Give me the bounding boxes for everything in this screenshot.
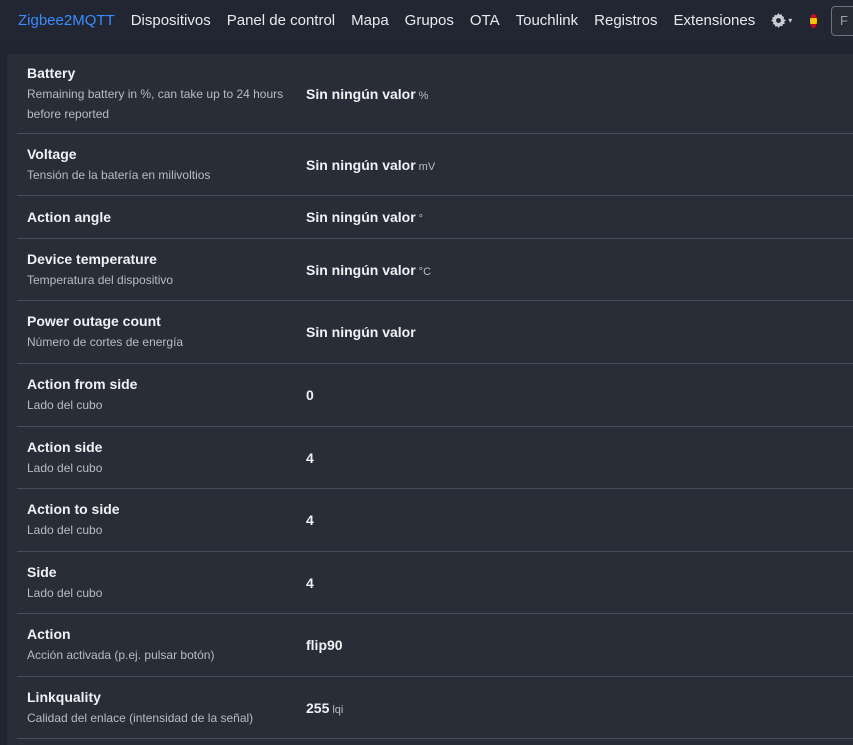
property-value: 4 <box>306 512 314 528</box>
chevron-down-icon: ▾ <box>788 16 793 25</box>
property-row-action-angle: Action angle Sin ningún valor ° <box>17 196 853 239</box>
property-row-action-side: Action side Lado del cubo 4 <box>17 427 853 489</box>
property-name: Action side <box>27 438 103 455</box>
property-label: Side Lado del cubo <box>27 563 306 603</box>
property-value: 4 <box>306 450 314 466</box>
property-label: Voltage Tensión de la batería en milivol… <box>27 145 306 185</box>
property-row-side: Side Lado del cubo 4 <box>17 552 853 614</box>
value-text: Sin ningún valor <box>306 209 416 225</box>
property-value: Sin ningún valor <box>306 324 416 340</box>
property-value: 255 lqi <box>306 700 343 716</box>
property-row-action: Action Acción activada (p.ej. pulsar bot… <box>17 614 853 677</box>
property-label: Power outage count Número de cortes de e… <box>27 312 306 352</box>
property-name: Voltage <box>27 145 77 162</box>
property-value: 0 <box>306 387 314 403</box>
property-row-action-from-side: Action from side Lado del cubo 0 <box>17 364 853 427</box>
nav-item-registros[interactable]: Registros <box>586 12 665 29</box>
property-row-battery: Battery Remaining battery in %, can take… <box>17 54 853 134</box>
property-description: Lado del cubo <box>27 585 103 600</box>
property-label: Action Acción activada (p.ej. pulsar bot… <box>27 625 306 665</box>
value-text: 0 <box>306 387 314 403</box>
property-name: Device temperature <box>27 250 157 267</box>
property-label: Action side Lado del cubo <box>27 438 306 478</box>
property-value: Sin ningún valor °C <box>306 262 431 278</box>
property-label: Device temperature Temperatura del dispo… <box>27 250 306 290</box>
search-input[interactable]: F <box>830 5 853 36</box>
property-label: Action angle <box>27 208 306 226</box>
brand-link[interactable]: Zigbee2MQTT <box>18 12 115 29</box>
property-description: Tensión de la batería en milivoltios <box>27 167 211 182</box>
property-label: Linkquality Calidad del enlace (intensid… <box>27 688 306 728</box>
property-row-device-temperature: Device temperature Temperatura del dispo… <box>17 239 853 301</box>
property-label: Action from side Lado del cubo <box>27 375 306 415</box>
property-description: Lado del cubo <box>27 523 103 537</box>
nav-item-touchlink[interactable]: Touchlink <box>508 12 587 29</box>
unit-text: mV <box>418 160 436 173</box>
value-text: 4 <box>306 512 314 528</box>
property-value: 4 <box>306 575 314 591</box>
gear-icon <box>771 13 787 28</box>
property-row-power-outage-count: Power outage count Número de cortes de e… <box>17 301 853 364</box>
property-name: Action <box>27 626 71 642</box>
property-description: Acción activada (p.ej. pulsar botón) <box>27 648 215 662</box>
nav-item-mapa[interactable]: Mapa <box>343 12 397 29</box>
property-name: Linkquality <box>27 688 101 705</box>
nav-item-grupos[interactable]: Grupos <box>397 12 462 29</box>
property-row-linkquality: Linkquality Calidad del enlace (intensid… <box>17 677 853 739</box>
value-text: 4 <box>306 449 314 466</box>
value-text: Sin ningún valor <box>306 324 416 340</box>
nav-item-dispositivos[interactable]: Dispositivos <box>123 12 219 29</box>
unit-text: lqi <box>332 703 344 716</box>
property-description: Calidad del enlace (intensidad de la señ… <box>27 710 254 725</box>
property-value: Sin ningún valor% <box>306 86 428 102</box>
value-text: flip90 <box>306 637 343 653</box>
property-description: Temperatura del dispositivo <box>27 272 174 287</box>
property-row-voltage: Voltage Tensión de la batería en milivol… <box>17 134 853 196</box>
property-name: Battery <box>27 64 76 81</box>
property-label: Battery Remaining battery in %, can take… <box>27 64 306 124</box>
unit-text: % <box>418 89 429 102</box>
value-text: Sin ningún valor <box>306 85 416 102</box>
top-navbar: Zigbee2MQTT Dispositivos Panel de contro… <box>0 0 853 41</box>
property-label: Action to side Lado del cubo <box>27 500 306 540</box>
nav-item-panel-de-control[interactable]: Panel de control <box>219 12 343 29</box>
property-value: flip90 <box>306 637 343 653</box>
property-description: Lado del cubo <box>27 460 103 475</box>
value-text: 4 <box>306 574 314 591</box>
property-name: Action to side <box>27 501 120 517</box>
settings-dropdown[interactable]: ▾ <box>771 13 792 28</box>
property-value: Sin ningún valor mV <box>306 157 435 173</box>
spain-flag-icon[interactable] <box>810 13 817 28</box>
property-name: Side <box>27 563 57 580</box>
nav-item-ota[interactable]: OTA <box>462 12 508 29</box>
unit-text: °C <box>418 265 432 278</box>
property-name: Power outage count <box>27 313 161 329</box>
unit-text: ° <box>418 213 424 225</box>
property-description: Número de cortes de energía <box>27 335 184 349</box>
value-text: 255 <box>306 699 330 716</box>
device-properties-panel: Battery Remaining battery in %, can take… <box>7 54 853 745</box>
property-value: Sin ningún valor ° <box>306 209 423 225</box>
property-name: Action angle <box>27 209 112 225</box>
value-text: Sin ningún valor <box>306 261 416 278</box>
property-description: Remaining battery in %, can take up to 2… <box>27 86 284 121</box>
value-text: Sin ningún valor <box>306 156 416 173</box>
property-row-action-to-side: Action to side Lado del cubo 4 <box>17 489 853 552</box>
property-name: Action from side <box>27 376 138 392</box>
nav-item-extensiones[interactable]: Extensiones <box>666 12 764 29</box>
property-description: Lado del cubo <box>27 398 103 412</box>
